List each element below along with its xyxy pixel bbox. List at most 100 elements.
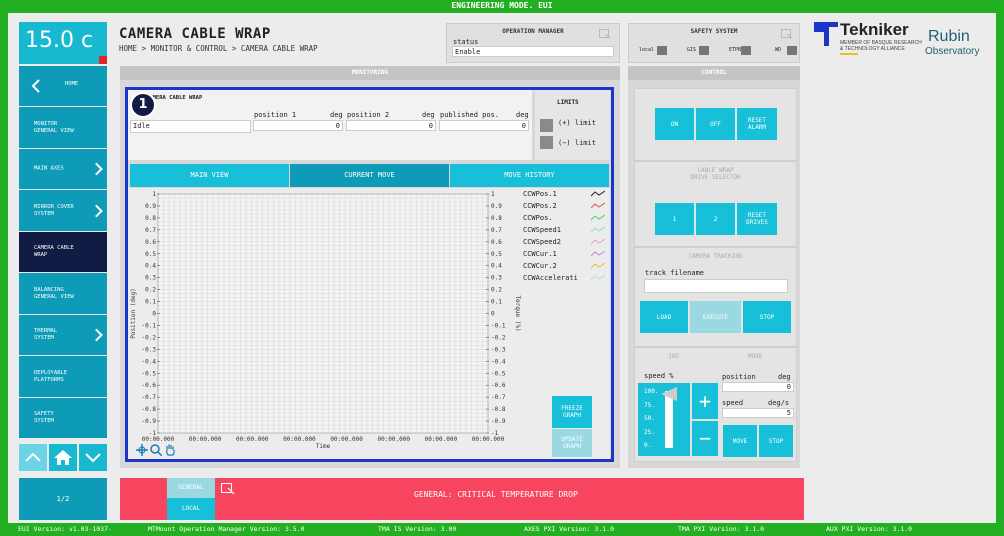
selection-highlight bbox=[125, 87, 614, 462]
position-label: position bbox=[722, 373, 756, 381]
sidebar-item-0[interactable]: MONITOR GENERAL VIEW bbox=[19, 107, 107, 149]
slider-tick-label: 50. bbox=[644, 415, 655, 422]
safety-led-label: WD bbox=[775, 47, 782, 53]
footer-tma-is-version: TMA IS Version: 3.00 bbox=[378, 525, 457, 533]
sidebar-item-label: MIRROR COVER SYSTEM bbox=[34, 203, 74, 217]
logos: Tekniker MEMBER OF BASQUE RESEARCH & TEC… bbox=[814, 20, 994, 64]
move-stop-button[interactable]: STOP bbox=[759, 425, 794, 457]
slider-handle-icon[interactable] bbox=[661, 387, 677, 401]
safety-led-label: local bbox=[639, 47, 655, 53]
control-header: CONTROL bbox=[628, 66, 800, 80]
footer-opman-version: MTMount Operation Manager Version: 3.5.0 bbox=[148, 525, 305, 533]
slider-tick-label: 100. bbox=[644, 388, 659, 395]
operation-manager-panel: OPERATION MANAGER status Enable bbox=[446, 23, 620, 63]
move-tab[interactable]: MOVE bbox=[748, 353, 762, 360]
sidebar-item-label: CAMERA CABLE WRAP bbox=[34, 245, 74, 258]
alarm-expand-icon[interactable] bbox=[221, 483, 235, 495]
rubin-sub: Observatory bbox=[925, 46, 980, 57]
safety-system-title: SAFETY SYSTEM bbox=[690, 28, 738, 35]
monitoring-header: MONITORING bbox=[120, 66, 620, 80]
track-filename-input[interactable] bbox=[644, 279, 788, 293]
reset-drives-button[interactable]: RESET DRIVES bbox=[737, 203, 778, 235]
status-value: Enable bbox=[452, 46, 614, 57]
sidebar-item-4[interactable]: BALANCING GENERAL VIEW bbox=[19, 273, 107, 315]
home-button[interactable] bbox=[49, 444, 77, 471]
chevron-left-icon bbox=[31, 79, 40, 93]
chevron-down-icon bbox=[85, 453, 101, 463]
speed-label: speed bbox=[722, 399, 744, 407]
page-indicator-button[interactable]: 1/2 bbox=[19, 478, 107, 520]
safety-led-label: GIS bbox=[687, 47, 697, 53]
camera-tracking-title: CAMERA TRACKING bbox=[688, 253, 743, 260]
footer-tma-pxi-version: TMA PXI Version: 3.1.0 bbox=[678, 525, 765, 533]
execute-button[interactable]: EXECUTE bbox=[690, 301, 742, 333]
speed-unit: deg/s bbox=[768, 399, 790, 407]
tekniker-logo-icon bbox=[814, 22, 838, 46]
expand-icon[interactable] bbox=[781, 29, 793, 39]
sidebar-item-label: BALANCING GENERAL VIEW bbox=[34, 286, 74, 300]
safety-system-panel: SAFETY SYSTEM local GIS ETPB WD bbox=[628, 23, 800, 63]
sidebar-item-5[interactable]: THERMAL SYSTEM bbox=[19, 315, 107, 356]
chevron-up-icon bbox=[25, 452, 41, 462]
slider-tick-label: 25. bbox=[644, 428, 655, 436]
breadcrumb: HOME > MONITOR & CONTROL > CAMERA CABLE … bbox=[119, 44, 318, 53]
sidebar-item-label: THERMAL SYSTEM bbox=[34, 328, 58, 341]
track-filename-label: track filename bbox=[645, 269, 705, 277]
safety-led-indicator bbox=[787, 46, 797, 55]
position-unit: deg bbox=[778, 373, 791, 381]
reset-alarm-button[interactable]: RESET ALARM bbox=[737, 108, 778, 140]
version-footer: EUI Version: v1.03-1037- MTMount Operati… bbox=[0, 523, 1004, 536]
off-button[interactable]: OFF bbox=[696, 108, 736, 140]
alarm-local-tab[interactable]: LOCAL bbox=[167, 498, 215, 520]
operation-manager-title: OPERATION MANAGER bbox=[502, 28, 564, 35]
speed-slider[interactable]: 100. 75. 50. 25. 0. bbox=[638, 383, 690, 456]
drive-1-button[interactable]: 1 bbox=[655, 203, 695, 235]
on-button[interactable]: ON bbox=[655, 108, 695, 140]
jog-minus-button[interactable]: − bbox=[692, 421, 718, 456]
house-icon bbox=[54, 450, 72, 465]
scroll-down-button[interactable] bbox=[79, 444, 107, 471]
nav-home-label: HOME bbox=[65, 81, 79, 87]
sidebar-item-2[interactable]: MIRROR COVER SYSTEM bbox=[19, 190, 107, 232]
window-title-bar: ENGINEERING MODE. EUI bbox=[0, 0, 1004, 13]
sidebar-item-3[interactable]: CAMERA CABLE WRAP bbox=[19, 232, 107, 273]
safety-led-indicator bbox=[657, 46, 667, 55]
scroll-up-button[interactable] bbox=[19, 444, 47, 471]
sidebar-item-6[interactable]: DEPLOYABLE PLATFORMS bbox=[19, 356, 107, 398]
page-title: CAMERA CABLE WRAP bbox=[119, 26, 271, 42]
footer-aux-pxi-version: AUX PXI Version: 3.1.0 bbox=[826, 525, 913, 533]
sidebar-item-1[interactable]: MAIN AXES bbox=[19, 149, 107, 190]
tekniker-underline bbox=[840, 53, 858, 55]
chevron-right-icon bbox=[90, 204, 103, 217]
temperature-value: 15.0 c bbox=[25, 28, 94, 53]
tekniker-sub2: & TECHNOLOGY ALLIANCE bbox=[840, 46, 905, 52]
safety-led-indicator bbox=[699, 46, 709, 55]
position-input[interactable]: 0 bbox=[722, 382, 794, 392]
sidebar-item-7[interactable]: SAFETY SYSTEM bbox=[19, 398, 107, 439]
sidebar-item-label: MONITOR GENERAL VIEW bbox=[34, 120, 74, 134]
chevron-right-icon bbox=[90, 162, 103, 176]
drive-2-button[interactable]: 2 bbox=[696, 203, 736, 235]
expand-icon[interactable] bbox=[599, 29, 611, 39]
drive-selector-title: CABLE WRAP DRIVE SELECTOR bbox=[690, 167, 741, 181]
speed-pct-label: speed % bbox=[644, 372, 674, 380]
speed-input[interactable]: 5 bbox=[722, 408, 794, 418]
sidebar-item-label: SAFETY SYSTEM bbox=[34, 411, 54, 424]
page-indicator: 1/2 bbox=[56, 495, 70, 503]
alarm-tabs: GENERAL LOCAL bbox=[167, 478, 215, 520]
alarm-general-tab[interactable]: GENERAL bbox=[167, 478, 215, 498]
nav-home-button[interactable]: HOME bbox=[19, 66, 107, 107]
tracking-stop-button[interactable]: STOP bbox=[743, 301, 792, 333]
alarm-message: GENERAL: CRITICAL TEMPERATURE DROP bbox=[414, 490, 578, 499]
jog-plus-button[interactable]: + bbox=[692, 383, 718, 419]
temperature-display: 15.0 c bbox=[19, 22, 107, 64]
move-button[interactable]: MOVE bbox=[723, 425, 758, 457]
chevron-right-icon bbox=[90, 328, 103, 342]
load-button[interactable]: LOAD bbox=[640, 301, 689, 333]
window-title: ENGINEERING MODE. EUI bbox=[451, 1, 553, 10]
temperature-alert-indicator bbox=[99, 56, 107, 64]
sidebar-item-label: DEPLOYABLE PLATFORMS bbox=[34, 369, 68, 383]
status-label: status bbox=[453, 38, 479, 46]
footer-eui-version: EUI Version: v1.03-1037- bbox=[18, 525, 112, 533]
jog-tab[interactable]: JOG bbox=[668, 353, 679, 360]
